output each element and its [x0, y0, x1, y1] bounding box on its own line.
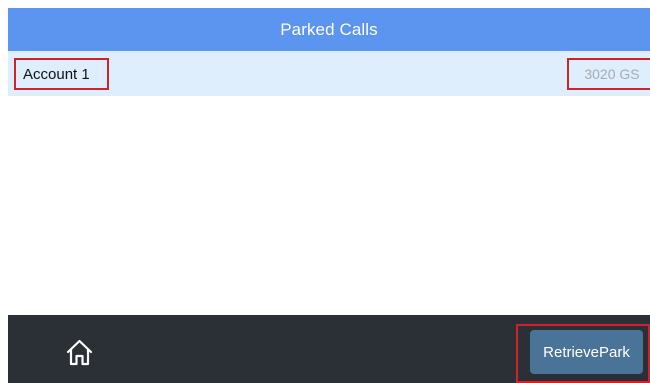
parked-calls-screen: Parked Calls Account 1 3020 GS RetrieveP…	[0, 0, 650, 383]
bottom-bar: RetrievePark	[8, 315, 650, 383]
parked-calls-list: Account 1 3020 GS	[8, 51, 650, 315]
home-icon	[66, 339, 92, 365]
parked-call-number: 3020 GS	[567, 58, 650, 90]
title-bar: Parked Calls	[8, 8, 650, 51]
parked-call-row[interactable]: Account 1 3020 GS	[8, 51, 650, 96]
home-button[interactable]	[62, 335, 96, 369]
retrieve-park-button[interactable]: RetrievePark	[530, 330, 643, 374]
page-title: Parked Calls	[280, 19, 378, 39]
account-label: Account 1	[14, 58, 109, 90]
